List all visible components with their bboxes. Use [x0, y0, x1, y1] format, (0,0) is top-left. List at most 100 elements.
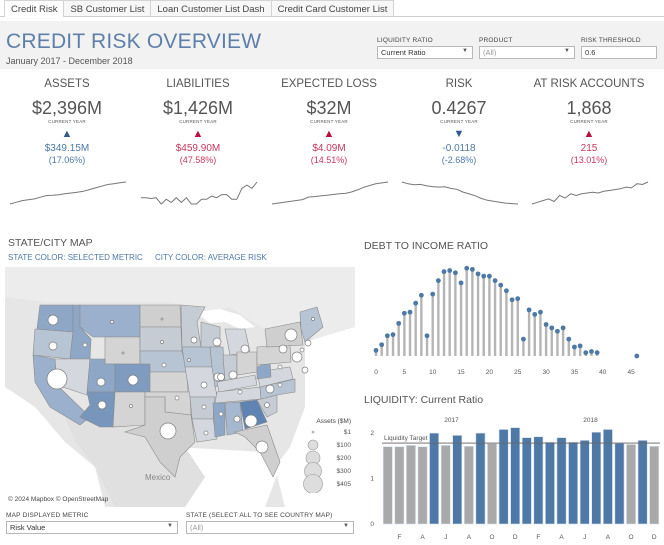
city-bubble — [237, 389, 243, 395]
lollipop-point[interactable] — [430, 291, 436, 297]
triangle-up-icon: ▲ — [61, 128, 73, 140]
lollipop-point[interactable] — [555, 328, 560, 334]
lollipop-point[interactable] — [509, 297, 515, 303]
city-bubble — [265, 384, 275, 394]
lollipop-point[interactable] — [521, 336, 526, 342]
lollipop-point[interactable] — [435, 278, 441, 284]
lollipop-point[interactable] — [487, 273, 492, 279]
lollipop-point[interactable] — [549, 325, 555, 331]
lollipop-point[interactable] — [583, 350, 589, 356]
x-tick-label: D — [652, 534, 657, 541]
liquidity-bar[interactable] — [475, 432, 486, 525]
date-range: January 2017 - December 2018 — [6, 56, 133, 66]
liquidity-bar[interactable] — [533, 436, 544, 525]
state-select[interactable]: (All) ▼ — [186, 521, 354, 534]
lollipop-point[interactable] — [413, 300, 419, 306]
lollipop-point[interactable] — [532, 311, 538, 317]
lollipop-point[interactable] — [373, 347, 379, 353]
x-tick-label: F — [536, 534, 540, 541]
liquidity-bar[interactable] — [591, 431, 602, 525]
lollipop-point[interactable] — [447, 268, 453, 273]
lollipop-point[interactable] — [418, 292, 424, 298]
lollipop-point[interactable] — [566, 336, 572, 342]
liquidity-bar[interactable] — [614, 442, 625, 525]
state-mo — [184, 366, 218, 398]
liquidity-bar[interactable] — [382, 446, 393, 525]
lollipop-point[interactable] — [475, 271, 481, 277]
state-nm — [112, 391, 146, 428]
liquidity-bar[interactable] — [417, 446, 428, 525]
product-value: (All) — [483, 48, 497, 57]
dti-chart-title: DEBT TO INCOME RATIO — [364, 240, 489, 252]
lollipop-point[interactable] — [458, 280, 464, 286]
liquidity-bar[interactable] — [626, 444, 636, 525]
city-bubble — [228, 370, 238, 380]
liquidity-ratio-select[interactable]: Current Ratio ▼ — [377, 46, 473, 59]
city-bubble — [48, 341, 58, 351]
kpi-title: AT RISK ACCOUNTS — [533, 78, 645, 90]
tab-credit-card-customer-list[interactable]: Credit Card Customer List — [271, 0, 395, 16]
liquidity-bar[interactable] — [556, 437, 567, 525]
lollipop-point[interactable] — [390, 332, 396, 338]
liquidity-bar[interactable] — [637, 440, 648, 525]
tab-loan-customer-list-dash[interactable]: Loan Customer List Dash — [151, 0, 272, 16]
kpi-value: 0.4267 — [431, 98, 487, 118]
lollipop-point[interactable] — [589, 349, 594, 354]
lollipop-point[interactable] — [526, 307, 532, 313]
tab-sb-customer-list[interactable]: SB Customer List — [64, 0, 152, 16]
liquidity-bar[interactable] — [406, 445, 416, 525]
liquidity-bar[interactable] — [487, 443, 497, 525]
liquidity-bar[interactable] — [579, 440, 590, 525]
liquidity-bar[interactable] — [394, 446, 405, 525]
city-bubble — [187, 358, 191, 362]
triangle-up-icon: ▲ — [583, 128, 595, 140]
liquidity-bar[interactable] — [568, 441, 579, 525]
lollipop-point[interactable] — [469, 266, 475, 272]
map-attribution[interactable]: © 2024 Mapbox © OpenStreetMap — [8, 496, 108, 503]
liquidity-bar[interactable] — [510, 427, 521, 525]
lollipop-point[interactable] — [538, 309, 543, 315]
lollipop-point[interactable] — [452, 270, 458, 276]
product-select[interactable]: (All) ▼ — [479, 46, 575, 59]
lollipop-point[interactable] — [594, 350, 600, 356]
lollipop-point[interactable] — [492, 278, 498, 284]
lollipop-point[interactable] — [560, 325, 566, 331]
lollipop-point[interactable] — [498, 282, 504, 288]
lollipop-point[interactable] — [504, 288, 509, 294]
lollipop-point[interactable] — [464, 265, 470, 271]
lollipop-point[interactable] — [515, 296, 521, 302]
lollipop-point[interactable] — [407, 309, 413, 315]
city-bubble — [233, 415, 241, 423]
lollipop-point[interactable] — [396, 320, 402, 326]
liquidity-bar[interactable] — [429, 432, 440, 525]
lollipop-point[interactable] — [543, 322, 549, 327]
x-tick-label: D — [513, 534, 518, 541]
liquidity-bar[interactable] — [440, 445, 451, 525]
risk-threshold-input[interactable]: 0.6 — [581, 46, 657, 59]
lollipop-point[interactable] — [481, 273, 487, 279]
liquidity-bar[interactable] — [463, 445, 474, 525]
x-tick-label: 20 — [486, 369, 494, 376]
map-subtitle-state: STATE COLOR: SELECTED METRIC — [8, 253, 143, 262]
lollipop-point[interactable] — [401, 310, 407, 316]
lollipop-point[interactable] — [424, 333, 430, 339]
tab-credit-risk[interactable]: Credit Risk — [4, 0, 65, 17]
lollipop-point[interactable] — [577, 343, 583, 349]
liquidity-bar[interactable] — [545, 441, 555, 525]
liquidity-bar[interactable] — [521, 437, 532, 525]
city-bubble — [96, 377, 106, 387]
map-metric-select[interactable]: Risk Value ▼ — [6, 521, 178, 534]
lollipop-point[interactable] — [384, 333, 390, 339]
legend-bubble — [311, 430, 315, 434]
kpi-sparkline — [401, 181, 519, 205]
map-metric-filter: MAP DISPLAYED METRIC Risk Value ▼ — [6, 512, 178, 534]
state-mt — [79, 304, 141, 338]
lollipop-point[interactable] — [572, 344, 577, 350]
liquidity-bar[interactable] — [649, 445, 660, 525]
lollipop-point[interactable] — [441, 269, 447, 275]
lollipop-point[interactable] — [379, 342, 385, 348]
kpi-caption: CURRENT YEAR — [570, 119, 608, 124]
liquidity-bar[interactable] — [452, 435, 463, 525]
lollipop-point[interactable] — [634, 353, 640, 359]
map-metric-value: Risk Value — [10, 523, 46, 532]
